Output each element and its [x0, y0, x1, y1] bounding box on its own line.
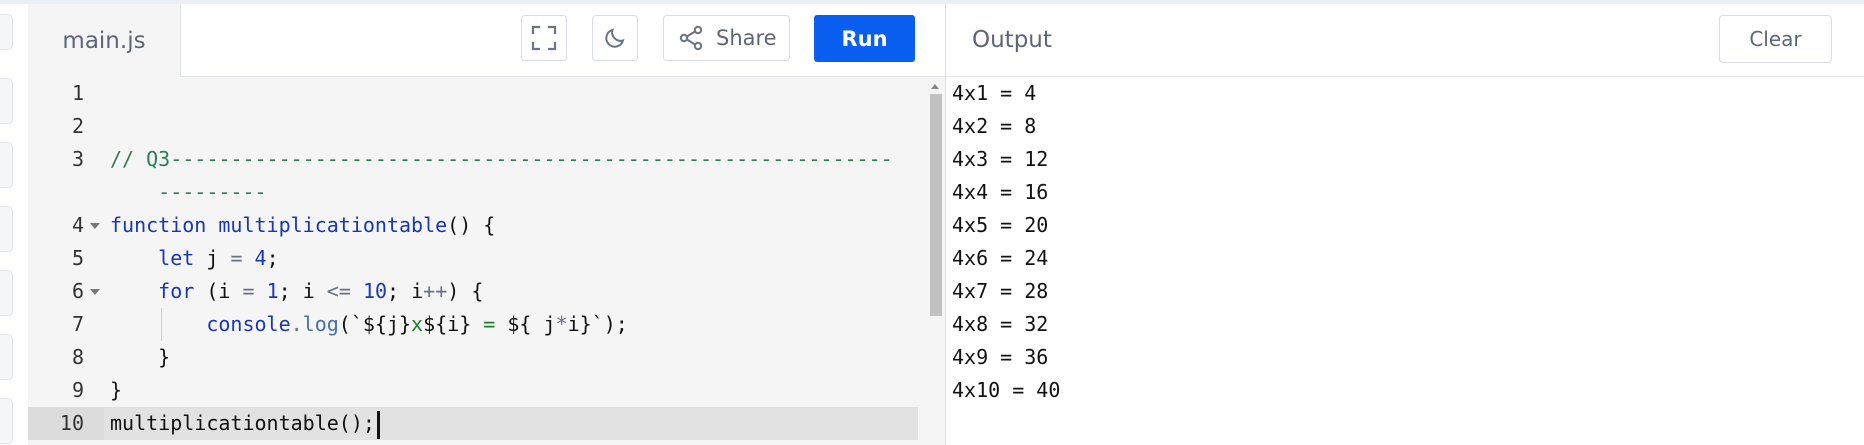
line-number: 6 — [71, 279, 84, 303]
code-line: 1 — [28, 77, 918, 110]
output-line: 4x9 = 36 — [952, 345, 1049, 369]
code-line-wrap: --------- — [28, 176, 918, 209]
output-line: 4x7 = 28 — [952, 279, 1049, 303]
comment-text-wrap: --------- — [110, 180, 267, 204]
theme-toggle-button[interactable] — [592, 15, 638, 61]
line-number: 9 — [71, 378, 84, 402]
output-line: 4x5 = 20 — [952, 213, 1049, 237]
output-header: Output Clear — [946, 4, 1864, 77]
share-label: Share — [716, 26, 777, 50]
line-number: 4 — [71, 213, 84, 237]
code-line: 4 function multiplicationtable() { — [28, 209, 918, 242]
code-text: function multiplicationtable() { — [110, 213, 496, 237]
line-number: 7 — [71, 312, 84, 336]
line-number: 10 — [28, 407, 104, 440]
code-text: } — [110, 378, 123, 402]
file-tab-main-js[interactable]: main.js — [28, 4, 181, 77]
output-line: 4x10 = 40 — [952, 378, 1061, 402]
code-line: 3 // Q3---------------------------------… — [28, 143, 918, 176]
scroll-up-arrow-icon[interactable] — [931, 84, 939, 89]
fold-arrow-icon[interactable] — [90, 223, 100, 229]
code-line: 8 } — [28, 341, 918, 374]
rail-tab[interactable] — [0, 398, 13, 444]
output-line: 4x8 = 32 — [952, 312, 1049, 336]
rail-tab[interactable] — [0, 78, 13, 124]
rail-tab[interactable] — [0, 270, 13, 316]
output-line: 4x6 = 24 — [952, 246, 1049, 270]
code-line: 9 } — [28, 374, 918, 407]
share-icon — [679, 25, 703, 51]
line-number: 8 — [71, 345, 84, 369]
rail-tab[interactable] — [0, 142, 13, 188]
rail-tab[interactable] — [0, 14, 13, 50]
code-text: console.log(`${j}x${i} = ${ j*i}`); — [206, 312, 628, 336]
code-line: 6 for (i = 1; i <= 10; i++) { — [28, 275, 918, 308]
fullscreen-button[interactable] — [521, 15, 567, 61]
code-line: 2 — [28, 110, 918, 143]
output-line: 4x2 = 8 — [952, 114, 1037, 138]
comment-text: // Q3-----------------------------------… — [110, 147, 893, 171]
clear-button[interactable]: Clear — [1719, 15, 1832, 63]
output-line: 4x3 = 12 — [952, 147, 1049, 171]
code-text: let j = 4; — [158, 246, 279, 270]
share-button[interactable]: Share — [663, 15, 790, 61]
line-number: 1 — [71, 81, 84, 105]
line-number: 5 — [71, 246, 84, 270]
expand-icon — [531, 25, 557, 51]
code-editor[interactable]: 1 2 3 // Q3-----------------------------… — [28, 77, 945, 445]
code-line: 7 console.log(`${j}x${i} = ${ j*i}`); — [28, 308, 918, 341]
output-line: 4x4 = 16 — [952, 180, 1049, 204]
rail-tab[interactable] — [0, 334, 13, 380]
left-rail — [0, 4, 29, 445]
code-line-active: 10 multiplicationtable(); — [28, 407, 918, 440]
code-line: 5 let j = 4; — [28, 242, 918, 275]
editor-toolbar: main.js Share Run — [28, 4, 945, 77]
line-number: 3 — [71, 147, 84, 171]
text-cursor — [376, 410, 380, 439]
line-number: 2 — [71, 114, 84, 138]
fold-arrow-icon[interactable] — [90, 289, 100, 295]
output-title: Output — [972, 27, 1052, 53]
rail-tab[interactable] — [0, 206, 13, 252]
scrollbar-thumb[interactable] — [930, 94, 942, 316]
run-button[interactable]: Run — [814, 15, 915, 62]
code-text: multiplicationtable(); — [110, 407, 380, 440]
editor-pane: main.js Share Run 1 2 3 // Q3-----------… — [28, 4, 945, 445]
output-pane: Output Clear 4x1 = 4 4x2 = 8 4x3 = 12 4x… — [946, 4, 1864, 445]
output-line: 4x1 = 4 — [952, 81, 1037, 105]
code-text: for (i = 1; i <= 10; i++) { — [158, 279, 484, 303]
moon-icon — [605, 28, 625, 48]
code-text: } — [158, 345, 171, 369]
